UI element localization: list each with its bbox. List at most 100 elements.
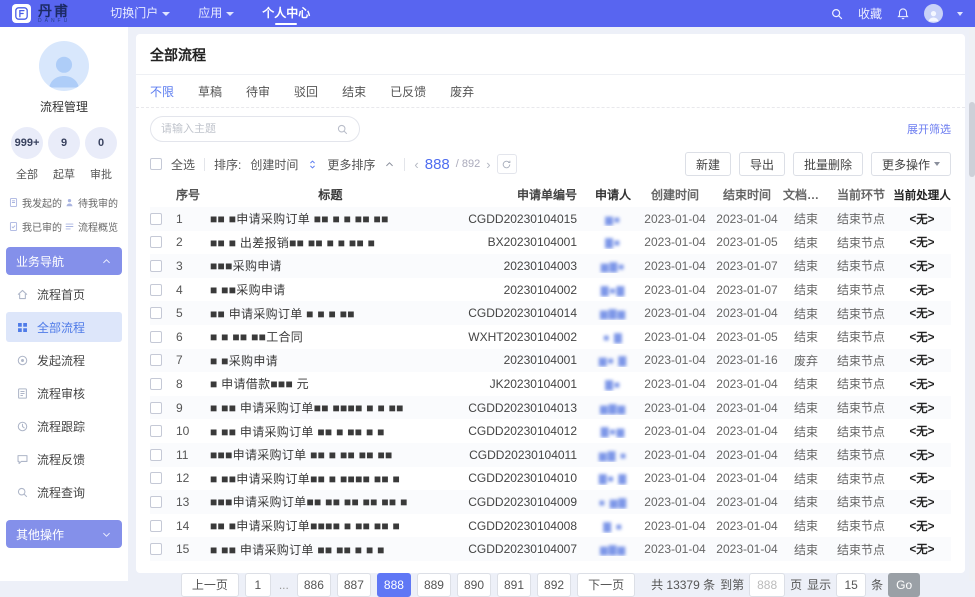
page-button-892[interactable]: 892 — [537, 573, 571, 597]
quick-link-流程概览[interactable]: 流程概览 — [64, 219, 120, 234]
row-checkbox[interactable] — [150, 472, 162, 484]
row-title[interactable]: ■■■申请采购订单■■ ■■ ■■ ■■ ■■ ■ — [210, 493, 459, 510]
row-title[interactable]: ■■■申请采购订单 ■■ ■ ■■ ■■ ■■ — [210, 446, 459, 463]
select-all-checkbox[interactable] — [150, 158, 162, 170]
prev-page-button[interactable]: 上一页 — [181, 573, 239, 597]
row-applicant[interactable]: ▆▇▆ — [600, 545, 626, 556]
row-title[interactable]: ■ ■采购申请 — [210, 352, 459, 369]
row-checkbox[interactable] — [150, 520, 162, 532]
row-applicant[interactable]: ▆▇ ■ — [599, 451, 627, 462]
toolbar-button-新建[interactable]: 新建 — [685, 152, 731, 176]
profile-avatar[interactable] — [39, 41, 89, 91]
row-title[interactable]: ■ ■■ 申请采购订单 ■■ ■■ ■ ■ ■ — [210, 541, 459, 558]
table-row[interactable]: 2 ■■ ■ 出差报销■■ ■■ ■ ■ ■■ ■ BX20230104001 … — [150, 231, 951, 255]
quick-link-待我审的[interactable]: 待我审的 — [64, 195, 120, 210]
row-checkbox[interactable] — [150, 402, 162, 414]
page-button-888[interactable]: 888 — [377, 573, 411, 597]
top-menu-应用[interactable]: 应用 — [198, 0, 234, 27]
toolbar-button-导出[interactable]: 导出 — [739, 152, 785, 176]
row-title[interactable]: ■ ■■ 申请采购订单 ■■ ■ ■■ ■ ■ — [210, 423, 459, 440]
table-row[interactable]: 14 ■■ ■申请采购订单■■■■ ■ ■■ ■■ ■ CGDD20230104… — [150, 514, 951, 538]
more-sort-link[interactable]: 更多排序 — [327, 156, 375, 173]
chevron-up-icon[interactable] — [384, 159, 395, 170]
sidebar-item-全部流程[interactable]: 全部流程 — [6, 312, 122, 342]
sort-arrows-icon[interactable] — [307, 159, 318, 170]
row-title[interactable]: ■ ■■采购申请 — [210, 281, 459, 298]
chevron-down-icon[interactable] — [957, 12, 963, 16]
row-checkbox[interactable] — [150, 425, 162, 437]
table-row[interactable]: 7 ■ ■采购申请 20230104001 ▆■ ▇ 2023-01-04 20… — [150, 349, 951, 373]
row-checkbox[interactable] — [150, 354, 162, 366]
stat-起草[interactable]: 9起草 — [47, 127, 81, 182]
row-title[interactable]: ■ ■ ■■ ■■工合同 — [210, 328, 459, 345]
sidebar-item-流程查询[interactable]: 流程查询 — [6, 477, 122, 507]
row-applicant[interactable]: ▆▇■ — [601, 262, 625, 273]
row-applicant[interactable]: ■ ▇ — [603, 333, 623, 344]
row-checkbox[interactable] — [150, 449, 162, 461]
next-page-button[interactable]: 下一页 — [577, 573, 635, 597]
row-applicant[interactable]: ▇■▇ — [601, 286, 625, 297]
row-title[interactable]: ■■ 申请采购订单 ■ ■ ■ ■■ — [210, 305, 459, 322]
row-checkbox[interactable] — [150, 307, 162, 319]
stat-全部[interactable]: 999+全部 — [10, 127, 44, 182]
sidebar-item-流程审核[interactable]: 流程审核 — [6, 378, 122, 408]
row-title[interactable]: ■■ ■申请采购订单■■■■ ■ ■■ ■■ ■ — [210, 517, 459, 534]
row-checkbox[interactable] — [150, 213, 162, 225]
tab-草稿[interactable]: 草稿 — [198, 83, 222, 100]
user-avatar[interactable] — [924, 4, 943, 23]
quick-link-我已审的[interactable]: 我已审的 — [8, 219, 64, 234]
row-title[interactable]: ■ ■■申请采购订单■■ ■ ■■■■ ■■ ■ — [210, 470, 459, 487]
tab-废弃[interactable]: 废弃 — [450, 83, 474, 100]
tab-不限[interactable]: 不限 — [150, 83, 174, 100]
prev-page-arrow[interactable]: ‹ — [414, 157, 418, 172]
go-button[interactable]: Go — [888, 573, 920, 597]
row-applicant[interactable]: ▆■ ▇ — [599, 356, 627, 367]
page-button-889[interactable]: 889 — [417, 573, 451, 597]
top-menu-切换门户[interactable]: 切换门户 — [110, 0, 170, 27]
toolbar-button-批量删除[interactable]: 批量删除 — [793, 152, 863, 176]
bell-icon[interactable] — [896, 7, 910, 21]
table-row[interactable]: 13 ■■■申请采购订单■■ ■■ ■■ ■■ ■■ ■ CGDD2023010… — [150, 490, 951, 514]
row-checkbox[interactable] — [150, 543, 162, 555]
page-button-890[interactable]: 890 — [457, 573, 491, 597]
row-title[interactable]: ■ 申请借款■■■ 元 — [210, 375, 459, 392]
scrollbar-track[interactable] — [969, 27, 975, 581]
refresh-icon[interactable] — [497, 154, 517, 174]
row-applicant[interactable]: ▇■ — [605, 238, 621, 249]
row-checkbox[interactable] — [150, 284, 162, 296]
sort-value[interactable]: 创建时间 — [250, 156, 298, 173]
table-row[interactable]: 5 ■■ 申请采购订单 ■ ■ ■ ■■ CGDD20230104014 ▆▇▆… — [150, 301, 951, 325]
row-checkbox[interactable] — [150, 378, 162, 390]
page-size-input[interactable] — [836, 573, 866, 597]
tab-已反馈[interactable]: 已反馈 — [390, 83, 426, 100]
row-applicant[interactable]: ▆▇▆ — [600, 404, 626, 415]
table-row[interactable]: 12 ■ ■■申请采购订单■■ ■ ■■■■ ■■ ■ CGDD20230104… — [150, 467, 951, 491]
top-menu-个人中心[interactable]: 个人中心 — [262, 0, 310, 27]
tab-驳回[interactable]: 驳回 — [294, 83, 318, 100]
row-title[interactable]: ■■■采购申请 — [210, 257, 459, 274]
goto-page-input[interactable] — [749, 573, 785, 597]
row-applicant[interactable]: ■ ▆▇ — [599, 498, 627, 509]
brand[interactable]: 丹甫 DANFU — [12, 4, 70, 24]
table-row[interactable]: 3 ■■■采购申请 20230104003 ▆▇■ 2023-01-04 202… — [150, 254, 951, 278]
row-title[interactable]: ■■ ■ 出差报销■■ ■■ ■ ■ ■■ ■ — [210, 234, 459, 251]
row-applicant[interactable]: ▇■▆ — [601, 427, 625, 438]
scrollbar-thumb[interactable] — [969, 102, 975, 177]
page-button-887[interactable]: 887 — [337, 573, 371, 597]
section-header-业务导航[interactable]: 业务导航 — [6, 247, 122, 275]
row-checkbox[interactable] — [150, 236, 162, 248]
tab-待审[interactable]: 待审 — [246, 83, 270, 100]
search-icon[interactable] — [336, 123, 349, 136]
current-page[interactable]: 888 — [425, 156, 450, 173]
table-row[interactable]: 4 ■ ■■采购申请 20230104002 ▇■▇ 2023-01-04 20… — [150, 278, 951, 302]
table-row[interactable]: 6 ■ ■ ■■ ■■工合同 WXHT20230104002 ■ ▇ 2023-… — [150, 325, 951, 349]
expand-filter-link[interactable]: 展开筛选 — [907, 121, 951, 137]
table-row[interactable]: 15 ■ ■■ 申请采购订单 ■■ ■■ ■ ■ ■ CGDD202301040… — [150, 537, 951, 561]
toolbar-button-更多操作[interactable]: 更多操作 — [871, 152, 951, 176]
row-title[interactable]: ■ ■■ 申请采购订单■■ ■■■■ ■ ■ ■■ — [210, 399, 459, 416]
row-applicant[interactable]: ▇ ■ — [603, 522, 623, 533]
quick-link-我发起的[interactable]: 我发起的 — [8, 195, 64, 210]
tab-结束[interactable]: 结束 — [342, 83, 366, 100]
row-applicant[interactable]: ▇■ ▇ — [599, 474, 627, 485]
sidebar-item-发起流程[interactable]: 发起流程 — [6, 345, 122, 375]
